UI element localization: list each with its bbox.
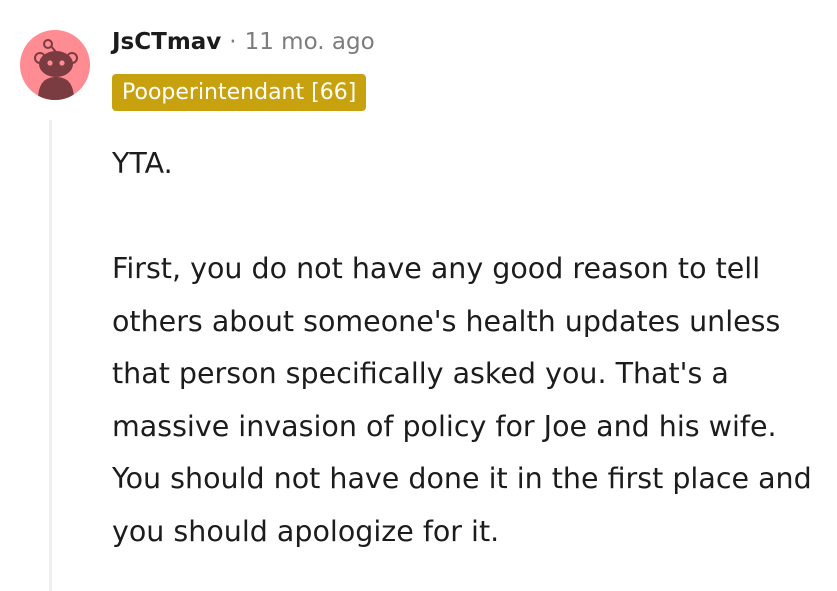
comment-body: YTA. First, you do not have any good rea… bbox=[112, 138, 822, 558]
comment-paragraph: YTA. bbox=[112, 147, 173, 180]
thread-line[interactable] bbox=[49, 120, 52, 591]
meta-separator: · bbox=[229, 29, 237, 55]
username-link[interactable]: JsCTmav bbox=[112, 29, 221, 55]
snoo-avatar-icon[interactable] bbox=[20, 30, 90, 100]
comment-header: JsCTmav · 11 mo. ago bbox=[112, 24, 375, 60]
comment: JsCTmav · 11 mo. ago Pooperintendant [66… bbox=[0, 0, 837, 591]
comment-paragraph: First, you do not have any good reason t… bbox=[112, 252, 812, 548]
timestamp-link[interactable]: 11 mo. ago bbox=[245, 29, 375, 55]
user-flair-badge: Pooperintendant [66] bbox=[112, 74, 367, 111]
